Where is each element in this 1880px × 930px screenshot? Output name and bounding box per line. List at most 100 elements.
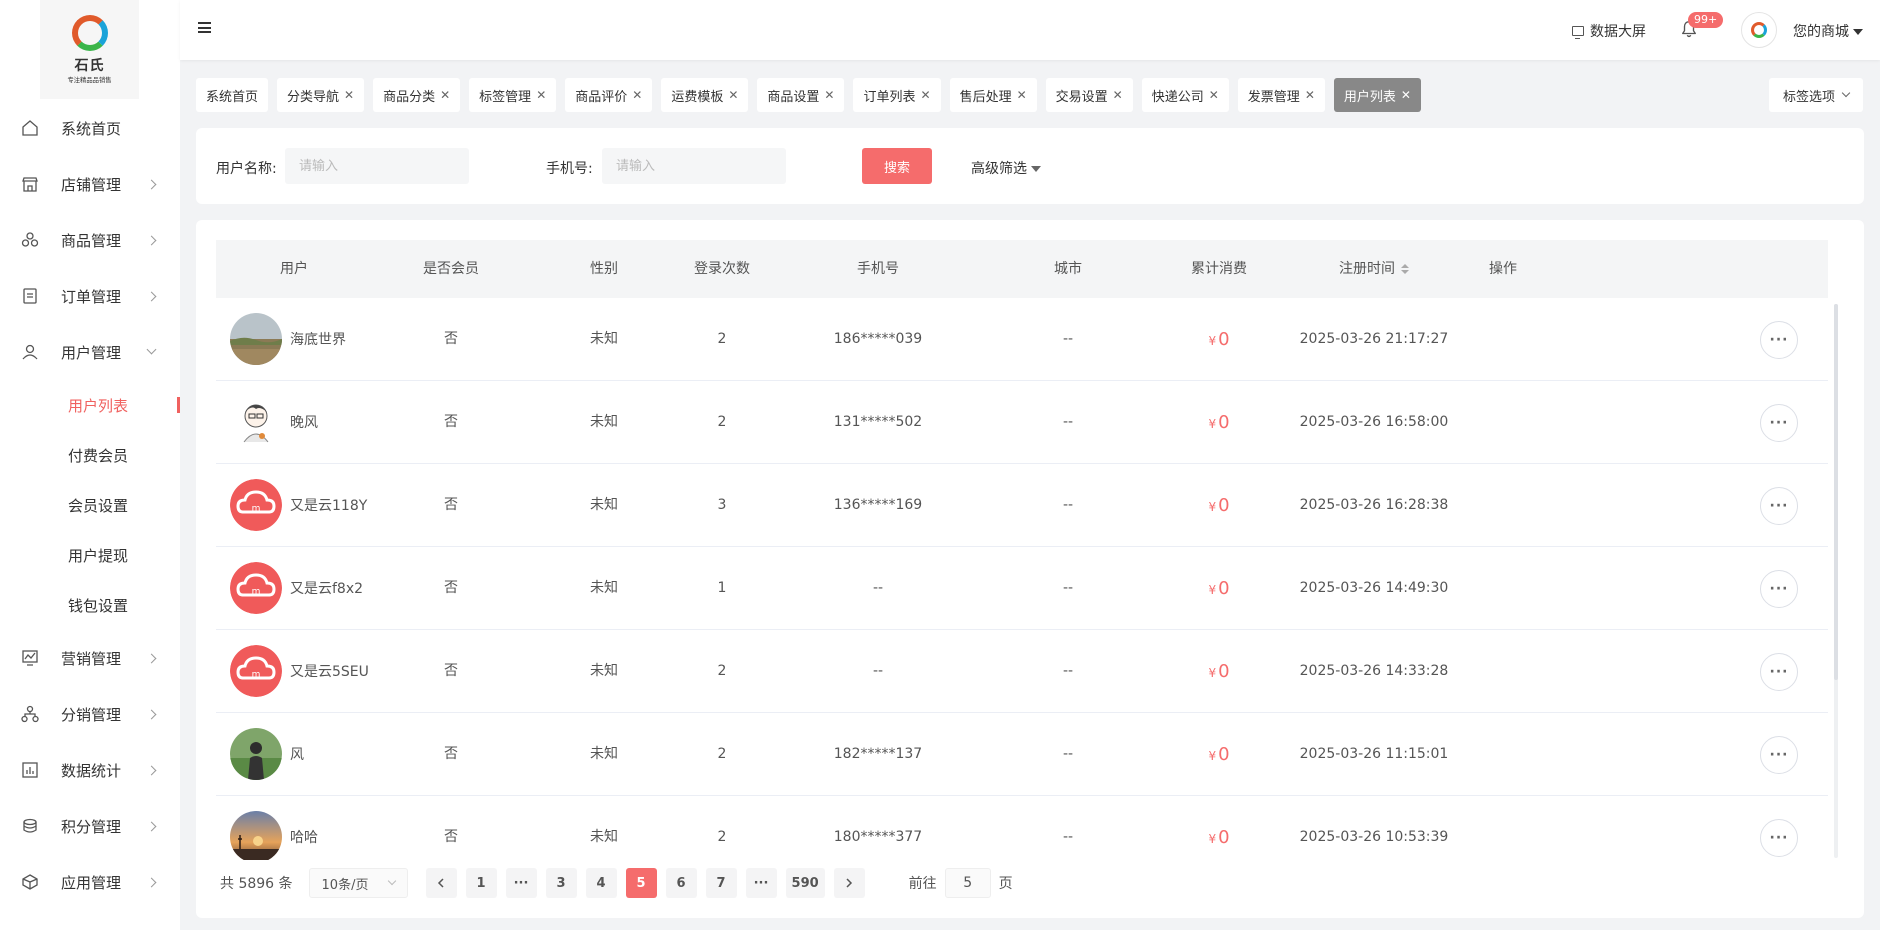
tab-tag[interactable]: 快递公司 ✕ xyxy=(1141,78,1229,112)
sidebar-item[interactable]: 店铺管理 xyxy=(0,156,180,212)
more-actions-button[interactable]: ··· xyxy=(1760,487,1798,525)
submenu-item[interactable]: 会员设置 xyxy=(0,480,180,530)
page-ellipsis-button[interactable]: ··· xyxy=(745,868,777,898)
spent-value: 0 xyxy=(1218,661,1230,682)
cell-registered: 2025-03-26 14:49:30 xyxy=(1299,580,1449,596)
apps-icon xyxy=(20,872,40,892)
sort-icon[interactable] xyxy=(1401,264,1409,274)
cell-city: -- xyxy=(1062,829,1074,845)
page-size-select[interactable]: 10条/页 xyxy=(308,868,408,898)
submenu-item[interactable]: 付费会员 xyxy=(0,430,180,480)
spent-value: 0 xyxy=(1218,495,1230,516)
goto-page-input[interactable] xyxy=(944,868,991,898)
sidebar-item[interactable]: 系统首页 xyxy=(0,100,180,156)
user-name: 又是云5SEU xyxy=(290,664,369,680)
cell-phone: 182*****137 xyxy=(833,746,923,762)
tab-tag[interactable]: 发票管理 ✕ xyxy=(1237,78,1325,112)
sidebar-item[interactable]: 数据统计 xyxy=(0,742,180,798)
goto-page: 前往 页 xyxy=(909,868,1013,898)
sidebar-item[interactable]: 分销管理 xyxy=(0,686,180,742)
sidebar-item[interactable]: 积分管理 xyxy=(0,798,180,854)
more-actions-button[interactable]: ··· xyxy=(1760,570,1798,608)
spent-value: 0 xyxy=(1218,578,1230,599)
close-icon[interactable]: ✕ xyxy=(536,88,546,102)
close-icon[interactable]: ✕ xyxy=(1305,88,1315,102)
caret-down-icon xyxy=(1853,29,1863,35)
close-icon[interactable]: ✕ xyxy=(1113,88,1123,102)
page-button[interactable]: 6 xyxy=(665,868,697,898)
cell-city: -- xyxy=(1062,331,1074,347)
sidebar: 石氏 专注精品品销售 系统首页 店铺管理 商品管理 订单管理 用户管理 用户列表 付费会员会… xyxy=(0,0,180,930)
close-icon[interactable]: ✕ xyxy=(440,88,450,102)
more-actions-button[interactable]: ··· xyxy=(1760,736,1798,774)
sidebar-item[interactable]: 营销管理 xyxy=(0,630,180,686)
page-button[interactable]: 7 xyxy=(705,868,737,898)
tag-options-button[interactable]: 标签选项 xyxy=(1769,78,1863,112)
close-icon[interactable]: ✕ xyxy=(728,88,738,102)
cell-member: 否 xyxy=(444,580,458,596)
tab-tag[interactable]: 商品分类 ✕ xyxy=(373,78,461,112)
close-icon[interactable]: ✕ xyxy=(1209,88,1219,102)
column-header-label: 登录次数 xyxy=(694,261,750,277)
store-menu[interactable]: 您的商城 xyxy=(1793,21,1863,41)
menu-toggle-icon[interactable] xyxy=(198,22,211,33)
avatar xyxy=(230,396,282,448)
close-icon[interactable]: ✕ xyxy=(1017,88,1027,102)
column-header: 城市 xyxy=(1054,240,1082,298)
username-input[interactable] xyxy=(285,148,469,184)
tab-tag[interactable]: 商品设置 ✕ xyxy=(757,78,845,112)
page-button[interactable]: 5 xyxy=(625,868,657,898)
currency-symbol: ¥ xyxy=(1208,500,1217,514)
data-screen-button[interactable]: 数据大屏 xyxy=(1572,21,1646,41)
tab-tag[interactable]: 用户列表 ✕ xyxy=(1333,78,1421,112)
more-actions-button[interactable]: ··· xyxy=(1760,321,1798,359)
tab-tag[interactable]: 售后处理 ✕ xyxy=(949,78,1037,112)
close-icon[interactable]: ✕ xyxy=(344,88,354,102)
prev-page-button[interactable] xyxy=(425,868,457,898)
column-header: 累计消费 xyxy=(1191,240,1247,298)
store-avatar[interactable] xyxy=(1741,12,1777,48)
filter-panel: 用户名称: 手机号: 搜索 高级筛选 xyxy=(196,128,1864,204)
close-icon[interactable]: ✕ xyxy=(824,88,834,102)
close-icon[interactable]: ✕ xyxy=(632,88,642,102)
avatar xyxy=(230,811,282,860)
next-page-button[interactable] xyxy=(833,868,865,898)
more-actions-button[interactable]: ··· xyxy=(1760,653,1798,691)
column-header[interactable]: 注册时间 xyxy=(1339,240,1409,298)
sidebar-item[interactable]: 应用管理 xyxy=(0,854,180,910)
page-button[interactable]: 590 xyxy=(785,868,825,898)
page-button[interactable]: 1 xyxy=(465,868,497,898)
column-header: 用户 xyxy=(280,240,308,298)
store-name: 您的商城 xyxy=(1793,24,1849,40)
tab-tag[interactable]: 分类导航 ✕ xyxy=(277,78,365,112)
table-scrollbar[interactable] xyxy=(1834,304,1838,858)
tag-label: 商品分类 xyxy=(383,89,436,105)
sidebar-item-label: 营销管理 xyxy=(61,649,122,668)
close-icon[interactable]: ✕ xyxy=(921,88,931,102)
advanced-filter-toggle[interactable]: 高级筛选 xyxy=(971,158,1041,178)
phone-input[interactable] xyxy=(602,148,786,184)
tab-tag[interactable]: 标签管理 ✕ xyxy=(469,78,557,112)
close-icon[interactable]: ✕ xyxy=(1401,88,1411,102)
spent-value: 0 xyxy=(1218,329,1230,350)
tab-tag[interactable]: 运费模板 ✕ xyxy=(661,78,749,112)
more-actions-button[interactable]: ··· xyxy=(1760,819,1798,857)
sidebar-item[interactable]: 商品管理 xyxy=(0,212,180,268)
tab-tag[interactable]: 交易设置 ✕ xyxy=(1045,78,1133,112)
submenu-item[interactable]: 钱包设置 xyxy=(0,580,180,630)
scrollbar-thumb[interactable] xyxy=(1834,304,1838,680)
cell-phone: -- xyxy=(872,580,884,596)
submenu-item[interactable]: 用户提现 xyxy=(0,530,180,580)
sidebar-item[interactable]: 订单管理 xyxy=(0,268,180,324)
sidebar-item[interactable]: 用户管理 xyxy=(0,324,180,380)
tab-tag[interactable]: 订单列表 ✕ xyxy=(853,78,941,112)
page-button[interactable]: 3 xyxy=(545,868,577,898)
more-actions-button[interactable]: ··· xyxy=(1760,404,1798,442)
user-cell: 海底世界 xyxy=(230,313,346,365)
tab-tag[interactable]: 商品评价 ✕ xyxy=(565,78,653,112)
submenu-item[interactable]: 用户列表 xyxy=(0,380,180,430)
search-button[interactable]: 搜索 xyxy=(862,148,932,184)
page-button[interactable]: 4 xyxy=(585,868,617,898)
page-ellipsis-button[interactable]: ··· xyxy=(505,868,537,898)
tab-tag[interactable]: 系统首页 xyxy=(196,78,269,112)
